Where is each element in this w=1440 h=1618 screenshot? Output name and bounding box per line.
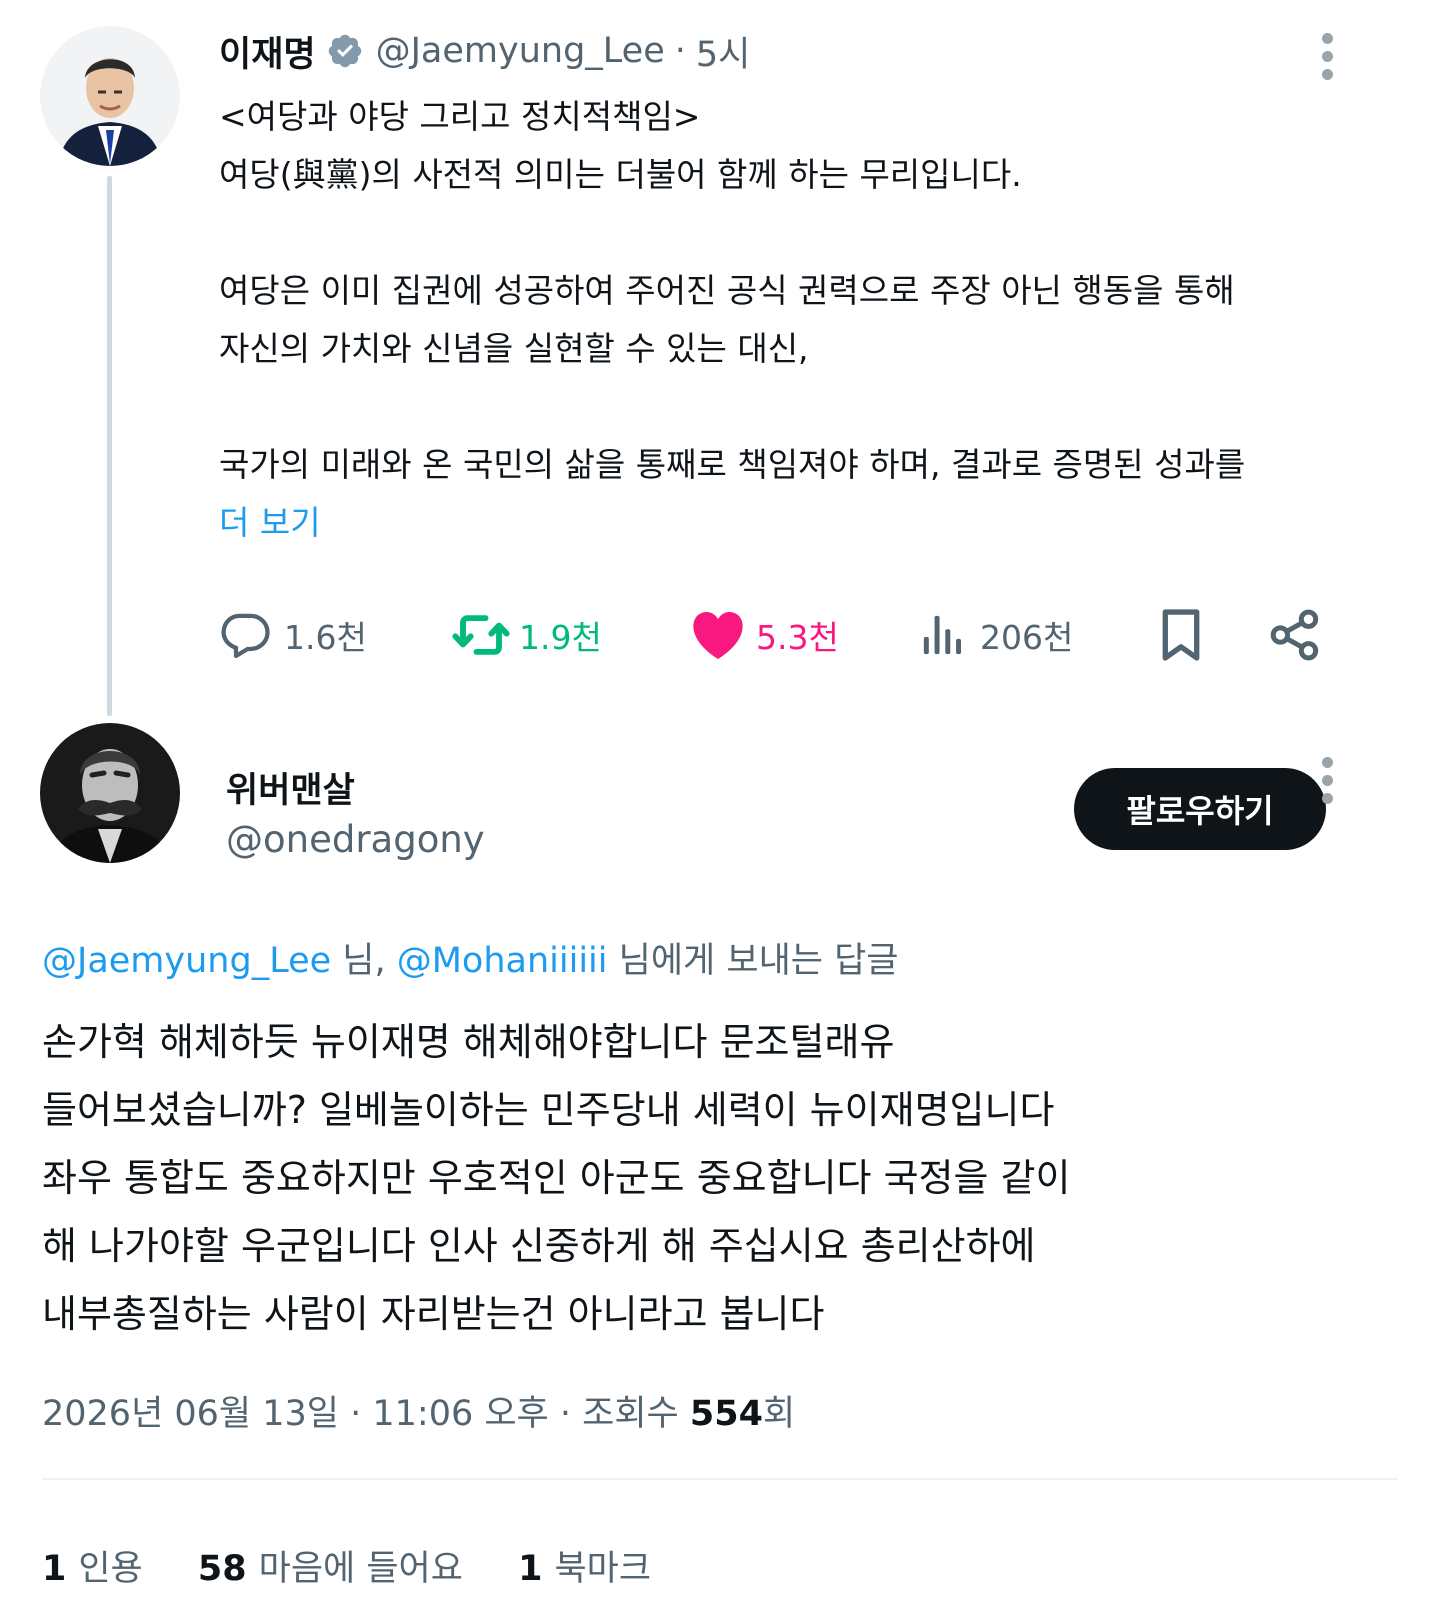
parent-tweet-text: <여당과 야당 그리고 정치적책임> 여당(與黨)의 사전적 의미는 더불어 함… bbox=[219, 88, 1389, 552]
follow-button[interactable]: 팔로우하기 bbox=[1074, 768, 1326, 850]
views-number: 554 bbox=[689, 1394, 763, 1434]
parent-tweet-line: 자신의 가치와 신념을 실현할 수 있는 대신, bbox=[219, 329, 809, 368]
likes-stat[interactable]: 58 마음에 들어요 bbox=[198, 1549, 463, 1589]
parent-tweet-line-blank bbox=[219, 378, 1389, 436]
likes-count: 58 bbox=[197, 1549, 247, 1589]
likes-label: 마음에 들어요 bbox=[258, 1549, 463, 1589]
reply-author-handle[interactable]: @onedragony bbox=[226, 818, 485, 861]
reply-tweet-line: 들어보셨습니까? 일베놀이하는 민주당내 세력이 뉴이재명입니다 bbox=[42, 1088, 1055, 1132]
reply-to-text: 님, bbox=[331, 941, 397, 981]
reply-button[interactable]: 1.6천 bbox=[218, 600, 367, 670]
reply-author-name[interactable]: 위버맨살 bbox=[226, 762, 355, 813]
views-count: 206천 bbox=[980, 618, 1074, 657]
reply-to-text: 님에게 보내는 답글 bbox=[607, 941, 899, 981]
share-button[interactable] bbox=[1268, 600, 1322, 670]
repost-icon bbox=[452, 615, 510, 655]
reply-bubble-icon bbox=[221, 613, 270, 659]
reply-tweet-text: 손가혁 해체하듯 뉴이재명 해체해야합니다 문조털래유 들어보셨습니까? 일베놀… bbox=[42, 1008, 1070, 1348]
avatar-portrait-image bbox=[40, 26, 180, 166]
views-unit: 회 bbox=[762, 1394, 796, 1434]
avatar-jaemyung-lee[interactable] bbox=[40, 26, 180, 166]
parent-tweet-line: 국가의 미래와 온 국민의 삶을 통째로 책임져야 하며, 결과로 증명된 성과… bbox=[219, 445, 1246, 484]
engagement-stats: 1 인용 58 마음에 들어요 1 북마크 bbox=[42, 1540, 695, 1591]
quotes-stat[interactable]: 1 인용 bbox=[42, 1549, 143, 1589]
parent-author-handle[interactable]: @Jaemyung_Lee bbox=[376, 31, 665, 71]
repost-count: 1.9천 bbox=[519, 618, 602, 657]
more-vertical-icon[interactable] bbox=[1322, 757, 1334, 805]
reply-tweet-line: 내부총질하는 사람이 자리받는건 아니라고 봅니다 bbox=[42, 1292, 825, 1336]
like-button[interactable]: 5.3천 bbox=[690, 600, 839, 670]
mention-mohaniiiiii[interactable]: @Mohaniiiiii bbox=[397, 941, 608, 981]
parent-tweet-line: 여당은 이미 집권에 성공하여 주어진 공식 권력으로 주장 아닌 행동을 통해 bbox=[219, 271, 1235, 310]
avatar-portrait-image bbox=[40, 723, 180, 863]
parent-tweet-time[interactable]: 5시 bbox=[696, 26, 750, 77]
show-more-link[interactable]: 더 보기 bbox=[219, 494, 1389, 552]
quotes-count: 1 bbox=[42, 1549, 67, 1589]
views-button[interactable]: 206천 bbox=[920, 600, 1073, 670]
verified-badge-icon bbox=[326, 32, 364, 70]
divider bbox=[42, 1478, 1398, 1480]
reply-tweet-line: 해 나가야할 우군입니다 인사 신중하게 해 주십시요 총리산하에 bbox=[42, 1224, 1036, 1268]
like-count: 5.3천 bbox=[756, 618, 839, 657]
heart-icon bbox=[693, 612, 743, 660]
bookmarks-stat[interactable]: 1 북마크 bbox=[518, 1549, 651, 1589]
bookmarks-count: 1 bbox=[518, 1549, 543, 1589]
bookmarks-label: 북마크 bbox=[554, 1549, 652, 1589]
parent-tweet-line: 여당(與黨)의 사전적 의미는 더불어 함께 하는 무리입니다. bbox=[219, 155, 1022, 194]
bookmark-icon bbox=[1162, 609, 1200, 661]
more-vertical-icon[interactable] bbox=[1322, 33, 1334, 81]
parent-author-name[interactable]: 이재명 bbox=[219, 26, 316, 77]
bookmark-button[interactable] bbox=[1156, 600, 1206, 670]
mention-jaemyung-lee[interactable]: @Jaemyung_Lee bbox=[42, 941, 331, 981]
header-separator: · bbox=[674, 31, 686, 71]
reply-tweet-line: 좌우 통합도 중요하지만 우호적인 아군도 중요합니다 국정을 같이 bbox=[42, 1156, 1071, 1200]
quotes-label: 인용 bbox=[78, 1549, 143, 1589]
views-bar-chart-icon bbox=[923, 615, 962, 655]
parent-tweet-actions: 1.6천 1.9천 5.3천 206천 bbox=[0, 600, 1440, 670]
reply-count: 1.6천 bbox=[284, 618, 367, 657]
replying-to-line: @Jaemyung_Lee 님, @Mohaniiiiii 님에게 보내는 답글 bbox=[42, 932, 899, 983]
reply-tweet-line: 손가혁 해체하듯 뉴이재명 해체해야합니다 문조털래유 bbox=[42, 1020, 895, 1064]
tweet-datetime[interactable]: 2026년 06월 13일 · 11:06 오후 · 조회수 bbox=[42, 1394, 690, 1434]
share-icon bbox=[1270, 609, 1319, 661]
avatar-onedragony[interactable] bbox=[40, 723, 180, 863]
parent-tweet-header: 이재명 @Jaemyung_Lee · 5시 bbox=[219, 26, 750, 76]
repost-button[interactable]: 1.9천 bbox=[451, 600, 602, 670]
parent-tweet-line-blank bbox=[219, 204, 1389, 262]
tweet-meta: 2026년 06월 13일 · 11:06 오후 · 조회수 554회 bbox=[42, 1385, 795, 1436]
parent-tweet-line: <여당과 야당 그리고 정치적책임> bbox=[219, 97, 701, 136]
